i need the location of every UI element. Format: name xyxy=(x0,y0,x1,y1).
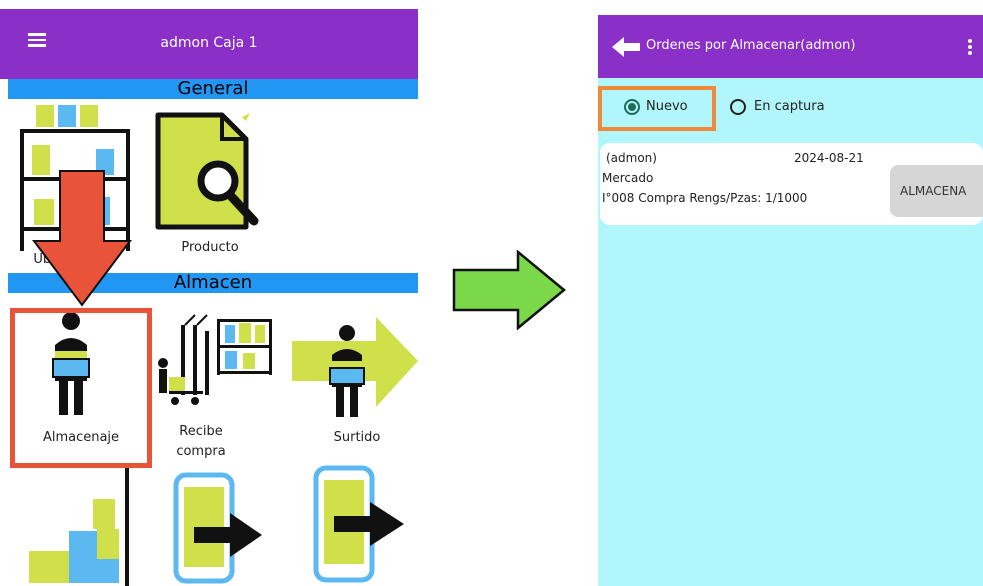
dispatch-worker-icon xyxy=(292,317,418,417)
radio-unselected-icon xyxy=(730,99,746,115)
transition-arrow-icon xyxy=(452,250,566,330)
tile-inventory[interactable] xyxy=(15,461,135,586)
almacena-button[interactable]: ALMACENA xyxy=(890,165,983,217)
right-app-bar: Ordenes por Almacenar(admon) xyxy=(598,15,983,78)
section-header-general: General xyxy=(8,79,418,99)
tile-recibe-compra-label-line1: Recibe xyxy=(179,424,223,439)
tile-surtido-label: Surtido xyxy=(333,430,381,445)
app-bar-title: Ordenes por Almacenar(admon) xyxy=(646,38,856,53)
tile-device-transfer-1[interactable] xyxy=(170,471,270,586)
order-date: 2024-08-21 xyxy=(794,151,864,165)
tile-producto-label: Producto xyxy=(181,240,239,255)
tile-producto[interactable]: Producto xyxy=(150,109,260,269)
boxes-cart-icon xyxy=(29,465,129,586)
right-screen: Ordenes por Almacenar(admon) Nuevo En ca… xyxy=(598,15,983,586)
almacenaje-highlight-box xyxy=(10,308,152,468)
more-vert-icon[interactable] xyxy=(968,39,972,55)
phone-transfer-icon xyxy=(313,465,404,583)
radio-en-captura[interactable]: En captura xyxy=(730,99,850,119)
tile-device-transfer-2[interactable] xyxy=(310,464,410,586)
product-search-icon xyxy=(155,112,259,230)
back-arrow-icon[interactable] xyxy=(612,37,640,57)
radio-en-captura-label: En captura xyxy=(754,99,825,114)
order-detail: I°008 Compra Rengs/Pzas: 1/1000 xyxy=(602,191,808,205)
down-arrow-icon xyxy=(32,170,132,307)
order-store: Mercado xyxy=(602,171,654,185)
tile-recibe-compra-label-line2: compra xyxy=(176,444,226,459)
left-screen: admon Caja 1 General Ubicaciones xyxy=(0,9,418,586)
phone-transfer-icon xyxy=(173,472,262,584)
order-user: (admon) xyxy=(606,151,657,165)
app-bar-title: admon Caja 1 xyxy=(160,35,258,51)
receive-shipment-icon xyxy=(158,314,272,405)
tile-recibe-compra[interactable]: Recibe compra xyxy=(155,311,280,471)
left-app-bar: admon Caja 1 xyxy=(0,9,418,79)
nuevo-highlight-box xyxy=(598,86,716,131)
tile-surtido[interactable]: Surtido xyxy=(292,315,418,465)
